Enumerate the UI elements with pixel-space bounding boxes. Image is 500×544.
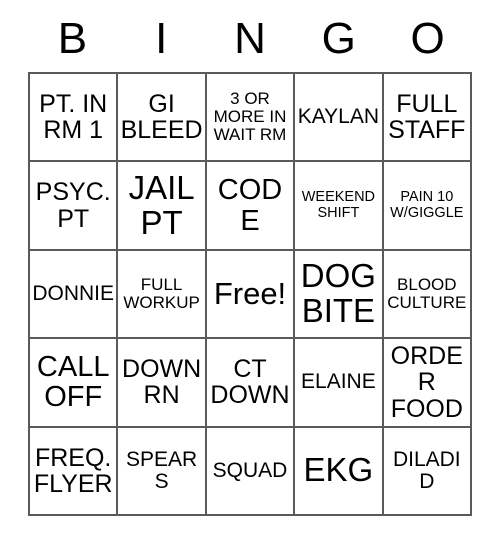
square-label: GI BLEED — [120, 89, 203, 145]
square-3-or-more-in-wait-rm[interactable]: 3 OR MORE IN WAIT RM — [206, 74, 296, 163]
square-label: DOWN RN — [122, 355, 202, 410]
square-label: CT DOWN — [210, 355, 290, 410]
square-call-off[interactable]: CALL OFF — [30, 339, 119, 428]
bingo-card: B I N G O PT. IN RM 1 GI BLEED 3 OR MORE IN WA… — [0, 0, 500, 544]
square-full-staff[interactable]: FULL STAFF — [383, 74, 472, 163]
square-jail-pt[interactable]: JAIL PT — [118, 162, 207, 251]
square-order-food[interactable]: ORDER FOOD — [383, 339, 472, 428]
square-weekend-shift[interactable]: WEEKEND SHIFT — [295, 162, 384, 251]
bingo-header-letter-b: B — [57, 14, 88, 63]
square-dog-bite[interactable]: DOG BITE — [295, 250, 384, 340]
square-label: DOG BITE — [300, 257, 376, 329]
square-label: PSYC. PT — [35, 178, 111, 233]
square-label: ELAINE — [301, 370, 376, 394]
square-down-rn[interactable]: DOWN RN — [118, 339, 207, 428]
square-label: 3 OR MORE IN WAIT RM — [213, 89, 287, 145]
square-freq-flyer[interactable]: FREQ. FLYER — [30, 427, 119, 516]
square-kaylan[interactable]: KAYLAN — [295, 74, 384, 163]
square-label: CALL OFF — [36, 350, 110, 414]
square-label: ORDER FOOD — [390, 342, 463, 423]
square-label: DILADID — [392, 447, 461, 493]
bingo-header-row: BINGO — [28, 8, 472, 70]
square-label: FULL STAFF — [388, 89, 466, 145]
square-code[interactable]: CODE — [206, 162, 296, 251]
square-label: Free! — [213, 275, 287, 311]
square-label: FREQ. FLYER — [33, 443, 113, 498]
square-label: CODE — [217, 174, 283, 237]
square-label: JAIL PT — [128, 168, 195, 241]
square-label: EKG — [303, 451, 374, 489]
square-free-space[interactable]: Free! — [206, 250, 296, 340]
square-label: FULL WORKUP — [123, 275, 200, 312]
square-label: SQUAD — [212, 458, 288, 482]
square-donnie[interactable]: DONNIE — [30, 250, 119, 340]
square-elaine[interactable]: ELAINE — [295, 339, 384, 428]
square-blood-culture[interactable]: BLOOD CULTURE — [383, 250, 472, 340]
square-label: KAYLAN — [297, 105, 380, 129]
square-label: PT. IN RM 1 — [39, 89, 108, 145]
bingo-header-letter-o: O — [410, 14, 445, 63]
square-label: PAIN 10 W/GIGGLE — [390, 189, 464, 221]
square-label: BLOOD CULTURE — [387, 275, 467, 312]
square-gi-bleed[interactable]: GI BLEED — [118, 74, 207, 163]
square-label: DONNIE — [32, 281, 115, 305]
bingo-header-letter-g: G — [321, 14, 356, 63]
square-pain-10-w-giggle[interactable]: PAIN 10 W/GIGGLE — [383, 162, 472, 251]
square-ct-down[interactable]: CT DOWN — [206, 339, 296, 428]
square-label: WEEKEND SHIFT — [301, 189, 376, 221]
square-full-workup[interactable]: FULL WORKUP — [118, 250, 207, 340]
bingo-header-letter-n: N — [234, 14, 266, 63]
bingo-grid: PT. IN RM 1 GI BLEED 3 OR MORE IN WAIT RM K… — [28, 72, 472, 516]
bingo-header-letter-i: I — [155, 14, 168, 63]
square-diladid[interactable]: DILADID — [383, 427, 472, 516]
square-squad[interactable]: SQUAD — [206, 427, 296, 516]
square-label: SPEARS — [125, 447, 198, 493]
square-pt-in-rm-1[interactable]: PT. IN RM 1 — [30, 74, 119, 163]
square-ekg[interactable]: EKG — [295, 427, 384, 516]
square-psyc-pt[interactable]: PSYC. PT — [30, 162, 119, 251]
square-spears[interactable]: SPEARS — [118, 427, 207, 516]
